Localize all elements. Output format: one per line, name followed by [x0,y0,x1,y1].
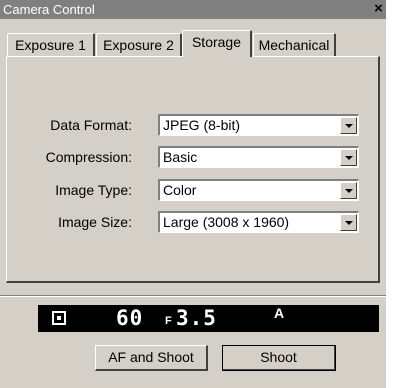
chevron-down-icon [345,189,353,193]
shoot-button[interactable]: Shoot [222,345,336,371]
data-format-label: Data Format: [50,117,132,133]
storage-panel [6,56,380,283]
meter-dot [57,316,61,320]
compression-value: Basic [163,149,198,165]
dropdown-button[interactable] [340,117,357,134]
data-format-value: JPEG (8-bit) [163,117,241,133]
image-size-select[interactable]: Large (3008 x 1960) [158,211,359,233]
data-format-select[interactable]: JPEG (8-bit) [158,114,359,136]
chevron-down-icon [345,221,353,225]
separator-highlight [0,296,386,297]
dropdown-button[interactable] [340,214,357,231]
title-bar[interactable]: Camera Control × [0,0,386,19]
image-type-value: Color [163,182,197,198]
compression-label: Compression: [45,149,132,165]
shutter-speed: 60 [116,306,144,330]
aperture-value: 3.5 [176,306,217,330]
chevron-down-icon [345,124,353,128]
tab-mechanical[interactable]: Mechanical [253,33,336,57]
dropdown-button[interactable] [340,149,357,166]
dropdown-button[interactable] [340,182,357,199]
tab-label: Storage [191,34,242,50]
af-and-shoot-button[interactable]: AF and Shoot [95,345,208,371]
image-type-select[interactable]: Color [158,179,359,201]
close-icon[interactable]: × [372,1,385,17]
lcd-display: 60 F 3.5 A [38,305,379,332]
compression-select[interactable]: Basic [158,146,359,168]
f-prefix: F [165,315,172,327]
exposure-mode: A [274,305,285,321]
image-size-value: Large (3008 x 1960) [163,214,290,230]
chevron-down-icon [345,156,353,160]
image-type-label: Image Type: [55,182,132,198]
tab-label: Exposure 2 [103,37,174,53]
matrix-metering-icon [52,311,66,325]
tab-label: Exposure 1 [15,37,86,53]
window-title: Camera Control [3,2,95,17]
tab-storage[interactable]: Storage [182,30,252,57]
camera-control-window: Camera Control × Exposure 1 Exposure 2 S… [0,0,386,388]
tab-exposure-1[interactable]: Exposure 1 [7,33,95,57]
tab-label: Mechanical [258,37,330,53]
image-size-label: Image Size: [58,214,132,230]
tab-exposure-2[interactable]: Exposure 2 [96,33,182,57]
